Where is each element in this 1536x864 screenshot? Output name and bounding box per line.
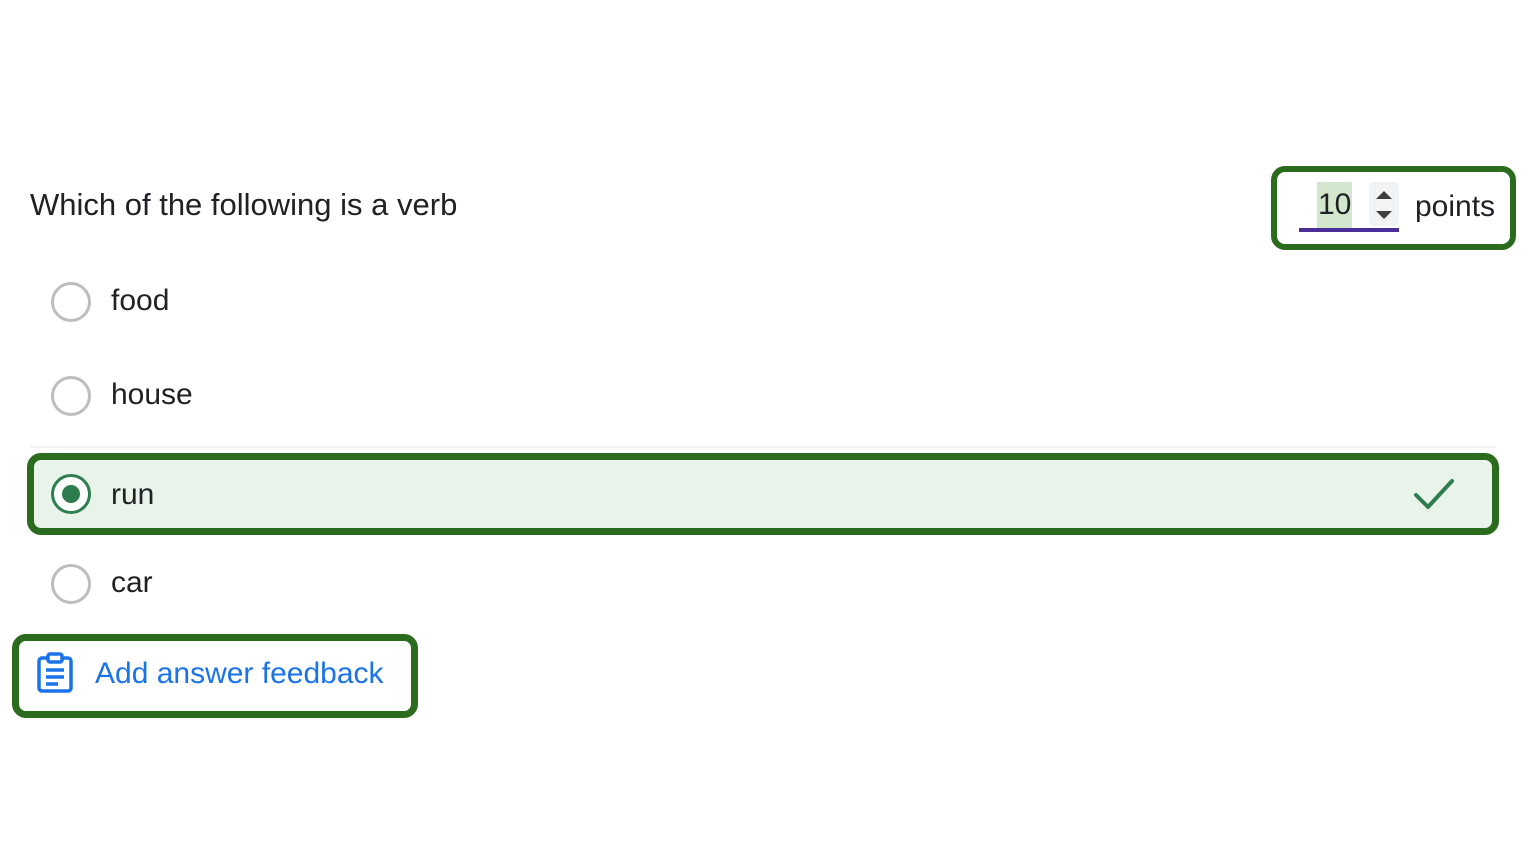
checkmark-icon	[1414, 479, 1454, 509]
points-input[interactable]: 10	[1299, 180, 1399, 232]
option-house[interactable]: house	[30, 358, 1496, 434]
option-run-correct[interactable]: run	[27, 453, 1499, 535]
points-label: points	[1415, 190, 1496, 223]
add-feedback-label[interactable]: Add answer feedback	[95, 654, 384, 694]
option-food[interactable]: food	[30, 264, 1496, 340]
clipboard-icon[interactable]	[36, 652, 74, 694]
radio-button[interactable]	[51, 376, 91, 416]
option-label: house	[111, 378, 193, 411]
radio-button-selected[interactable]	[51, 474, 91, 514]
points-stepper[interactable]	[1369, 182, 1399, 226]
stepper-down-icon[interactable]	[1376, 211, 1392, 219]
radio-button[interactable]	[51, 564, 91, 604]
option-label: car	[111, 566, 153, 599]
radio-button[interactable]	[51, 282, 91, 322]
stepper-up-icon[interactable]	[1376, 191, 1392, 199]
divider	[30, 446, 1496, 448]
option-label: run	[111, 478, 155, 511]
option-car[interactable]: car	[30, 546, 1496, 622]
question-title[interactable]: Which of the following is a verb	[30, 184, 457, 226]
option-label: food	[111, 284, 170, 317]
question-card: Which of the following is a verb 10 poin…	[0, 0, 1536, 864]
points-value[interactable]: 10	[1317, 182, 1353, 228]
